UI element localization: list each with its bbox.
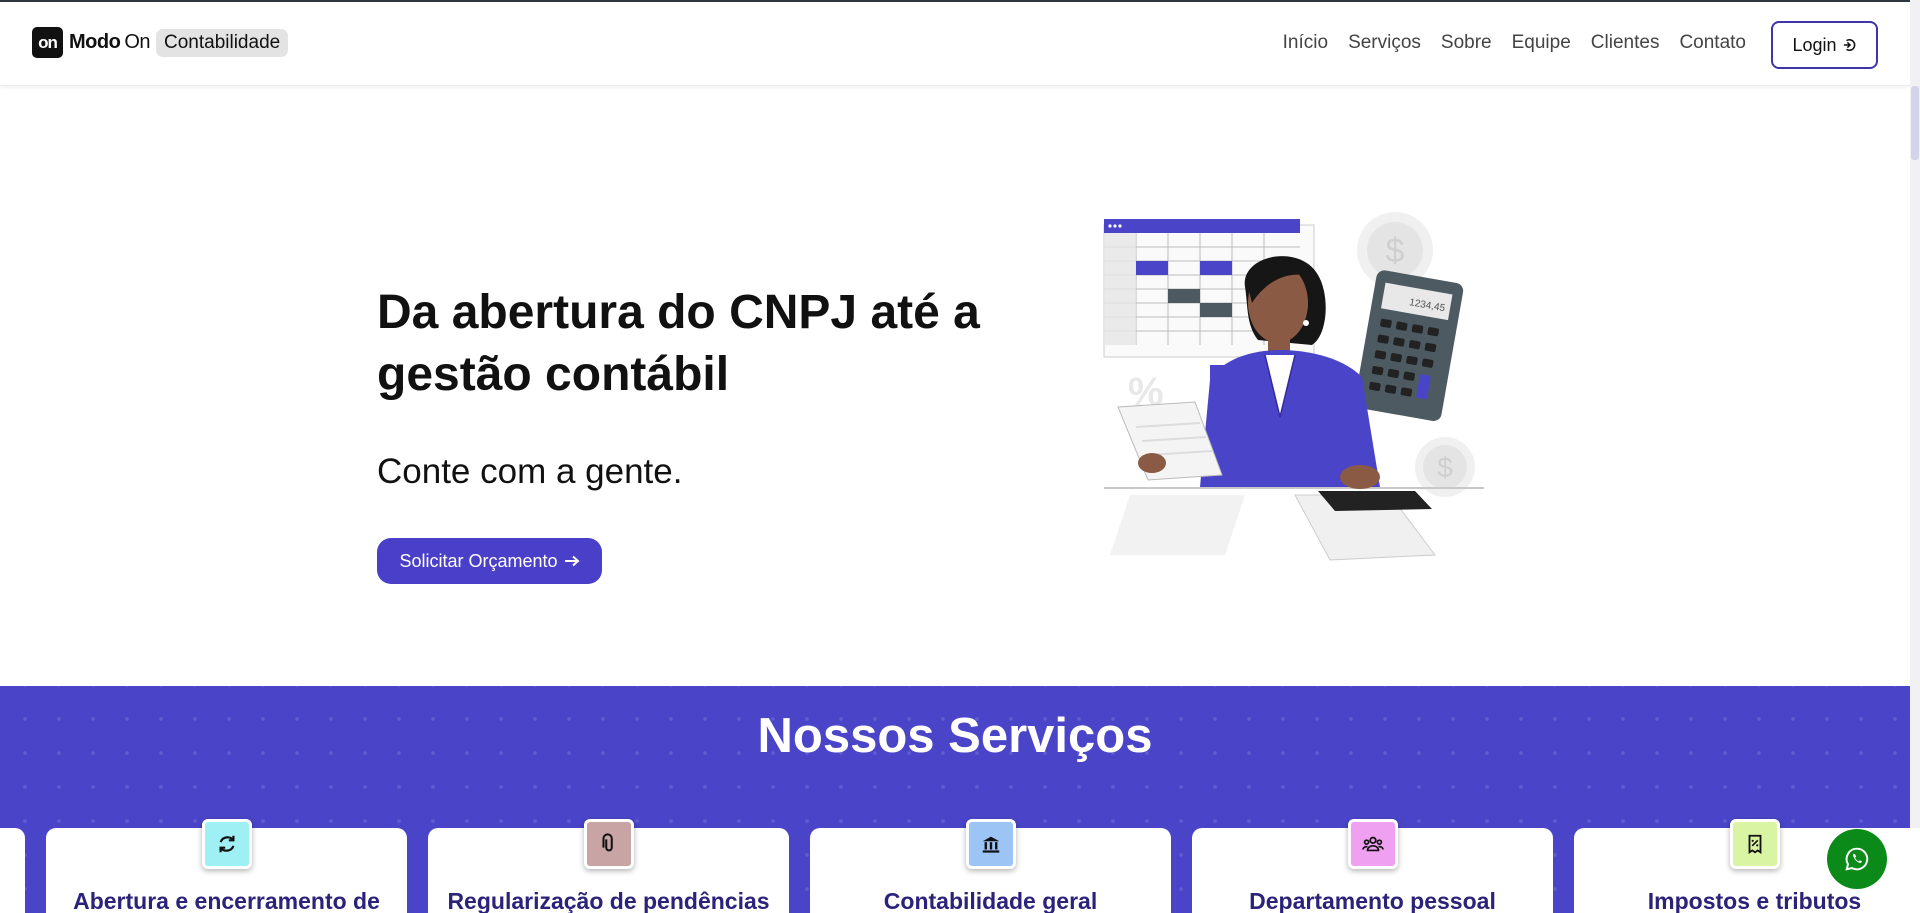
svg-text:$: $ xyxy=(1437,452,1453,483)
logo-badge: on xyxy=(32,27,63,58)
nav-clientes[interactable]: Clientes xyxy=(1591,32,1660,54)
logo[interactable]: on Modo On Contabilidade xyxy=(32,27,289,58)
nav-equipe[interactable]: Equipe xyxy=(1512,32,1571,54)
svg-text:$: $ xyxy=(1386,232,1405,270)
bank-icon-badge xyxy=(966,819,1016,869)
scrollbar-thumb[interactable] xyxy=(1911,86,1919,160)
paperclip-icon xyxy=(602,833,613,852)
logo-name-light: On xyxy=(124,31,150,53)
people-icon xyxy=(1362,836,1384,852)
bank-icon xyxy=(982,836,1000,853)
refresh-icon xyxy=(219,835,235,853)
whatsapp-button[interactable] xyxy=(1827,829,1887,889)
service-title-impostos: Impostos e tributos xyxy=(1647,888,1862,913)
nav-sobre[interactable]: Sobre xyxy=(1441,32,1492,54)
service-title-abertura: Abertura e encerramento de xyxy=(73,888,380,913)
main-nav: Início Serviços Sobre Equipe Clientes Co… xyxy=(1283,32,1746,54)
service-card-partial[interactable] xyxy=(0,828,25,913)
refresh-icon-badge xyxy=(202,819,252,869)
request-quote-label: Solicitar Orçamento xyxy=(399,550,558,571)
receipt-icon-badge xyxy=(1730,819,1780,869)
nav-servicos[interactable]: Serviços xyxy=(1348,32,1421,54)
nav-inicio[interactable]: Início xyxy=(1283,32,1328,54)
login-label: Login xyxy=(1792,34,1837,55)
hero-subtitle: Conte com a gente. xyxy=(377,452,683,491)
service-title-regularizacao: Regularização de pendências xyxy=(447,888,770,913)
accountant-illustration: $ $ % 1234,45 xyxy=(1103,212,1484,561)
site-header: on Modo On Contabilidade Início Serviços… xyxy=(0,2,1910,86)
services-title: Nossos Serviços xyxy=(757,709,1153,763)
service-title-departamento: Departamento pessoal xyxy=(1249,888,1496,913)
whatsapp-icon xyxy=(1845,847,1869,871)
logo-name-bold: Modo xyxy=(69,31,121,53)
login-button[interactable]: Login xyxy=(1771,21,1878,69)
people-icon-badge xyxy=(1348,819,1398,869)
receipt-icon xyxy=(1748,834,1762,854)
logo-tag: Contabilidade xyxy=(156,28,289,57)
hero-title: Da abertura do CNPJ até a gestão contábi… xyxy=(377,286,980,401)
login-arrow-icon xyxy=(1843,39,1855,51)
paperclip-icon-badge xyxy=(584,819,634,869)
nav-contato[interactable]: Contato xyxy=(1679,32,1746,54)
arrow-right-icon xyxy=(564,555,580,567)
service-title-contabilidade: Contabilidade geral xyxy=(883,888,1098,913)
request-quote-button[interactable]: Solicitar Orçamento xyxy=(377,538,602,584)
